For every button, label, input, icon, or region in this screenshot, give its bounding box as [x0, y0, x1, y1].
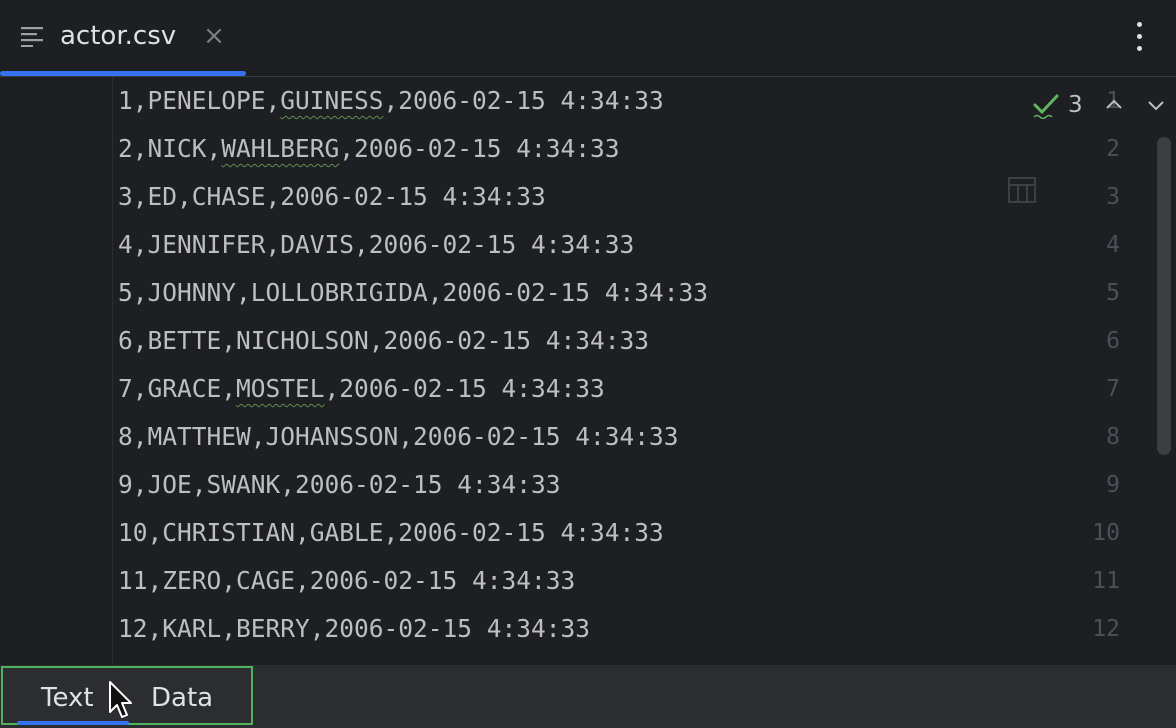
line-number: 7: [1106, 376, 1120, 402]
mouse-pointer-icon: [109, 681, 132, 718]
inspection-count: 3: [1068, 92, 1083, 118]
code-line: 8,MATTHEW,JOHANSSON,2006-02-15 4:34:33: [118, 422, 679, 451]
more-options-icon[interactable]: [1124, 20, 1154, 54]
line-number: 2: [1106, 136, 1120, 162]
line-number: 3: [1106, 184, 1120, 210]
code-line: 3,ED,CHASE,2006-02-15 4:34:33: [118, 182, 546, 211]
tab-text[interactable]: Text: [41, 676, 94, 720]
active-view-indicator: [17, 721, 129, 725]
line-number: 6: [1106, 328, 1120, 354]
editor-view-switcher: Text Data: [0, 665, 1176, 728]
gutter-divider: [112, 77, 113, 665]
text-file-icon: [21, 27, 43, 47]
line-number: 8: [1106, 424, 1120, 450]
spelling-warning[interactable]: MOSTEL: [236, 374, 325, 403]
tab-title: actor.csv: [60, 21, 177, 51]
tab-data[interactable]: Data: [151, 676, 213, 720]
line-number: 10: [1092, 520, 1120, 546]
code-line: 6,BETTE,NICHOLSON,2006-02-15 4:34:33: [118, 326, 650, 355]
editor-tab-bar: actor.csv ×: [0, 0, 1176, 77]
line-number-gutter: [0, 77, 112, 665]
check-icon: [1033, 94, 1059, 119]
spelling-warning[interactable]: WAHLBERG: [221, 134, 339, 163]
tab-actor-csv[interactable]: actor.csv ×: [0, 0, 246, 76]
code-line: 1,PENELOPE,GUINESS,2006-02-15 4:34:33: [118, 86, 664, 115]
chevron-up-icon[interactable]: [1102, 93, 1126, 117]
table-icon[interactable]: [1008, 177, 1036, 203]
line-number: 4: [1106, 232, 1120, 258]
code-line: 12,KARL,BERRY,2006-02-15 4:34:33: [118, 614, 591, 643]
code-line: 10,CHRISTIAN,GABLE,2006-02-15 4:34:33: [118, 518, 664, 547]
chevron-down-icon[interactable]: [1144, 93, 1168, 117]
code-line: 7,GRACE,MOSTEL,2006-02-15 4:34:33: [118, 374, 605, 403]
line-number: 5: [1106, 280, 1120, 306]
line-number: 11: [1092, 568, 1120, 594]
code-line: 4,JENNIFER,DAVIS,2006-02-15 4:34:33: [118, 230, 635, 259]
close-icon[interactable]: ×: [202, 22, 226, 50]
code-line: 2,NICK,WAHLBERG,2006-02-15 4:34:33: [118, 134, 620, 163]
inspections-widget[interactable]: 3: [1032, 89, 1172, 121]
code-line: 9,JOE,SWANK,2006-02-15 4:34:33: [118, 470, 561, 499]
active-tab-indicator: [0, 71, 246, 76]
code-line: 5,JOHNNY,LOLLOBRIGIDA,2006-02-15 4:34:33: [118, 278, 709, 307]
editor-area[interactable]: 1 2 3 4 5 6 7 8 9 10 11 12 1,PENELOPE,GUINESS,2006-0…: [0, 77, 1176, 665]
spelling-warning[interactable]: GUINESS: [280, 86, 383, 115]
vertical-scrollbar[interactable]: [1157, 137, 1171, 455]
code-line: 11,ZERO,CAGE,2006-02-15 4:34:33: [118, 566, 576, 595]
line-number: 9: [1106, 472, 1120, 498]
line-number: 12: [1092, 616, 1120, 642]
